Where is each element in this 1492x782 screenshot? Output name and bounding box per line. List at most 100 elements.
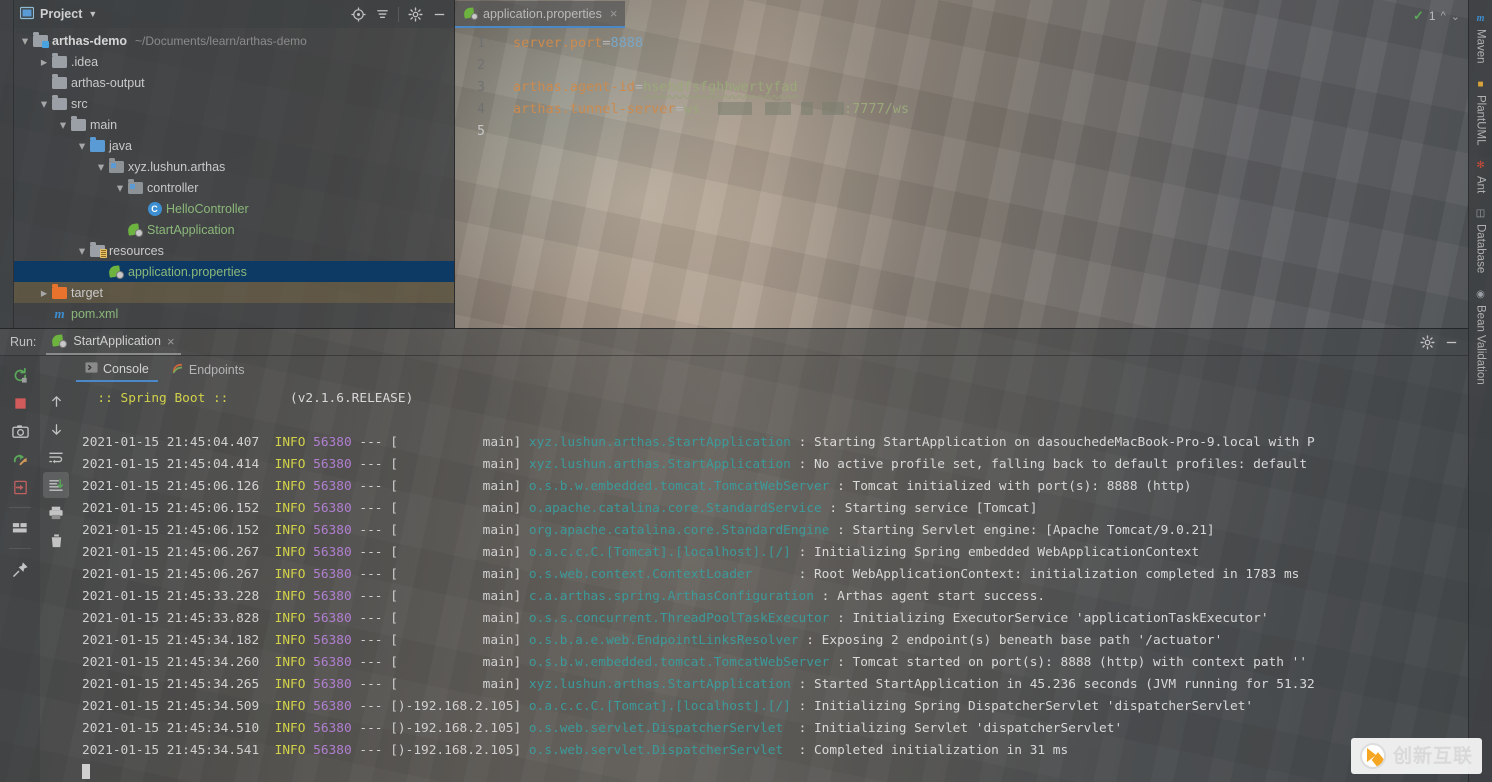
log-pid: 56380 — [305, 721, 352, 736]
scroll-end-icon[interactable] — [43, 472, 69, 498]
run-configuration-tab[interactable]: StartApplication × — [46, 329, 181, 355]
line-content: arthas.agent-id=hsehdfsfghhwertyfad — [495, 79, 798, 95]
code-line[interactable]: 1 server.port=8888 — [455, 32, 1468, 54]
soft-wrap-icon[interactable] — [43, 444, 69, 470]
resources-folder-icon — [90, 242, 107, 258]
tree-node-main[interactable]: ▾ main — [14, 114, 454, 135]
log-level: INFO — [259, 721, 306, 736]
chevron-down-icon[interactable]: ▾ — [18, 34, 32, 48]
line-number: 3 — [477, 79, 485, 95]
code-line[interactable]: 4 arthas.tunnel-server=ws:7777/ws — [455, 98, 1468, 120]
tree-node-java[interactable]: ▾ java — [14, 135, 454, 156]
tree-node-target[interactable]: ▸ target — [14, 282, 454, 303]
run-tab-endpoints[interactable]: Endpoints — [162, 357, 254, 382]
print-icon[interactable] — [43, 500, 69, 526]
console-caret-line[interactable] — [82, 762, 1468, 782]
restart-icon[interactable] — [7, 446, 33, 472]
chevron-down-icon[interactable]: ▾ — [75, 139, 89, 153]
tree-node-src[interactable]: ▾ src — [14, 93, 454, 114]
tree-node-idea[interactable]: ▸ .idea — [14, 51, 454, 72]
inspection-widget[interactable]: ✓ 1 ^ ⌄ — [1413, 8, 1460, 24]
gear-icon[interactable] — [404, 3, 426, 25]
log-thread: main — [397, 523, 514, 538]
tree-node-controller[interactable]: ▾ controller — [14, 177, 454, 198]
console-log-line: 2021-01-15 21:45:33.228 INFO 56380 --- [… — [82, 586, 1468, 608]
left-tool-stripe[interactable] — [0, 0, 14, 328]
tree-node-hellocontroller[interactable]: ▸CHelloController — [14, 198, 454, 219]
tree-node-resources[interactable]: ▾ resources — [14, 240, 454, 261]
chevron-down-icon[interactable]: ▾ — [56, 118, 70, 132]
tree-node-startapplication[interactable]: ▸StartApplication — [14, 219, 454, 240]
rerun-icon[interactable] — [7, 362, 33, 388]
minimize-icon[interactable] — [1440, 331, 1462, 353]
log-logger: o.a.c.c.C.[Tomcat].[localhost].[/] — [528, 545, 791, 560]
spring-boot-banner: :: Spring Boot :: (v2.1.6.RELEASE) — [82, 388, 1468, 410]
tool-stripe-bean-validation[interactable]: ◉ Bean Validation — [1471, 282, 1491, 393]
project-tree[interactable]: ▾ arthas-demo ~/Documents/learn/arthas-dem… — [14, 28, 454, 324]
close-icon[interactable]: × — [167, 334, 175, 349]
log-pid: 56380 — [305, 633, 352, 648]
chevron-down-icon[interactable]: ▾ — [113, 181, 127, 195]
log-message: : Initializing Servlet 'dispatcherServle… — [790, 721, 1123, 736]
log-pid: 56380 — [305, 743, 352, 758]
log-message: : Tomcat initialized with port(s): 8888 … — [829, 479, 1192, 494]
pin-icon[interactable] — [7, 556, 33, 582]
ant-icon: ✻ — [1476, 160, 1485, 172]
line-content: arthas.tunnel-server=ws:7777/ws — [495, 101, 909, 117]
chevron-down-icon[interactable]: ▾ — [37, 97, 51, 111]
layout-icon[interactable] — [7, 515, 33, 541]
chevron-down-icon[interactable]: ▼ — [88, 9, 97, 19]
console-icon — [85, 361, 98, 373]
log-message: : Starting service [Tomcat] — [821, 501, 1038, 516]
tree-node-pom-xml[interactable]: ▸mpom.xml — [14, 303, 454, 324]
code-line[interactable]: 2 — [455, 54, 1468, 76]
chevron-down-icon[interactable]: ▾ — [94, 160, 108, 174]
tree-node-xyz-lushun-arthas[interactable]: ▾ xyz.lushun.arthas — [14, 156, 454, 177]
log-message: : Initializing ExecutorService 'applicat… — [829, 611, 1269, 626]
camera-icon[interactable] — [7, 418, 33, 444]
down-arrow-icon[interactable] — [43, 416, 69, 442]
code-editor[interactable]: 1 server.port=8888 2 3 arthas.agent-id=hsehd… — [455, 28, 1468, 328]
console-output[interactable]: :: Spring Boot :: (v2.1.6.RELEASE) 2021-… — [72, 382, 1468, 782]
chevron-up-icon[interactable]: ^ — [1441, 10, 1446, 22]
tree-node-label: controller — [147, 180, 199, 195]
chevron-down-icon[interactable]: ▾ — [75, 244, 89, 258]
property-value: :7777/ws — [843, 101, 909, 117]
tool-stripe-ant[interactable]: ✻ Ant — [1471, 153, 1491, 201]
log-separator: --- [ — [351, 435, 398, 450]
log-pid: 56380 — [305, 699, 352, 714]
tree-node-label: application.properties — [128, 264, 247, 279]
chevron-down-icon[interactable]: ⌄ — [1451, 10, 1460, 23]
gear-icon[interactable] — [1416, 331, 1438, 353]
log-message: : No active profile set, falling back to… — [790, 457, 1308, 472]
exit-icon[interactable] — [7, 474, 33, 500]
minimize-icon[interactable] — [428, 3, 450, 25]
tool-stripe-database[interactable]: ◫ Database — [1471, 201, 1491, 281]
chevron-right-icon[interactable]: ▸ — [37, 286, 51, 300]
log-logger: o.apache.catalina.core.StandardService — [528, 501, 822, 516]
editor-tab-application-properties[interactable]: application.properties × — [455, 1, 626, 28]
log-separator: ] — [513, 721, 529, 736]
excluded-folder-icon — [52, 284, 67, 299]
toolbar-divider — [9, 507, 31, 508]
run-panel-label: Run: — [10, 335, 37, 349]
tree-node-application-properties[interactable]: ▸application.properties — [14, 261, 454, 282]
run-sub-tabs: Console Endpoints — [72, 356, 1468, 382]
log-timestamp: 2021-01-15 21:45:34.541 — [82, 743, 260, 758]
tool-stripe-maven[interactable]: m Maven — [1471, 6, 1491, 72]
chevron-right-icon[interactable]: ▸ — [37, 55, 51, 69]
tree-node-arthas-demo[interactable]: ▾ arthas-demo ~/Documents/learn/arthas-dem… — [14, 30, 454, 51]
collapse-all-icon[interactable] — [371, 3, 393, 25]
log-thread: main — [397, 435, 514, 450]
code-line[interactable]: 5 — [455, 120, 1468, 142]
tool-stripe-plantuml[interactable]: ■ PlantUML — [1471, 72, 1491, 154]
right-tool-stripe: m Maven ■ PlantUML ✻ Ant ◫ Database ◉ Bean Valida… — [1468, 0, 1492, 782]
up-arrow-icon[interactable] — [43, 388, 69, 414]
code-line[interactable]: 3 arthas.agent-id=hsehdfsfghhwertyfad — [455, 76, 1468, 98]
run-tab-console[interactable]: Console — [76, 357, 158, 382]
stop-icon[interactable] — [7, 390, 33, 416]
close-icon[interactable]: × — [610, 6, 618, 21]
trash-icon[interactable] — [43, 528, 69, 554]
locate-icon[interactable] — [347, 3, 369, 25]
tree-node-arthas-output[interactable]: ▸arthas-output — [14, 72, 454, 93]
